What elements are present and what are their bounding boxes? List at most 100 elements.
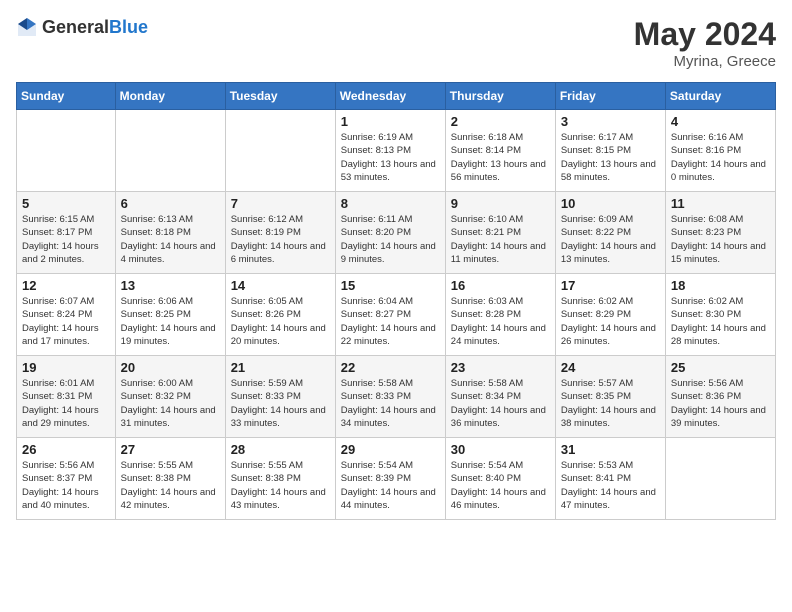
day-number: 29 [341, 442, 440, 457]
calendar-day-cell: 16 Sunrise: 6:03 AM Sunset: 8:28 PM Dayli… [445, 274, 555, 356]
day-number: 20 [121, 360, 220, 375]
day-number: 12 [22, 278, 110, 293]
day-info: Sunrise: 6:09 AM Sunset: 8:22 PM Dayligh… [561, 213, 660, 266]
calendar-day-cell [225, 110, 335, 192]
calendar-week-row: 26 Sunrise: 5:56 AM Sunset: 8:37 PM Dayli… [17, 438, 776, 520]
calendar-day-cell: 27 Sunrise: 5:55 AM Sunset: 8:38 PM Dayli… [115, 438, 225, 520]
logo: GeneralBlue [16, 16, 148, 38]
day-number: 23 [451, 360, 550, 375]
title-block: May 2024 Myrina, Greece [634, 16, 776, 70]
calendar-day-cell: 24 Sunrise: 5:57 AM Sunset: 8:35 PM Dayli… [555, 356, 665, 438]
day-info: Sunrise: 6:11 AM Sunset: 8:20 PM Dayligh… [341, 213, 440, 266]
day-number: 5 [22, 196, 110, 211]
day-number: 22 [341, 360, 440, 375]
calendar-day-cell: 10 Sunrise: 6:09 AM Sunset: 8:22 PM Dayli… [555, 192, 665, 274]
calendar-day-cell: 31 Sunrise: 5:53 AM Sunset: 8:41 PM Dayli… [555, 438, 665, 520]
day-info: Sunrise: 5:54 AM Sunset: 8:40 PM Dayligh… [451, 459, 550, 512]
month-title: May 2024 [634, 16, 776, 53]
day-info: Sunrise: 5:56 AM Sunset: 8:37 PM Dayligh… [22, 459, 110, 512]
day-info: Sunrise: 6:16 AM Sunset: 8:16 PM Dayligh… [671, 131, 770, 184]
day-info: Sunrise: 6:02 AM Sunset: 8:29 PM Dayligh… [561, 295, 660, 348]
day-number: 14 [231, 278, 330, 293]
calendar-day-cell: 8 Sunrise: 6:11 AM Sunset: 8:20 PM Daylig… [335, 192, 445, 274]
day-number: 21 [231, 360, 330, 375]
calendar-day-cell: 6Sunrise: 6:13 AM Sunset: 8:18 PM Daylig… [115, 192, 225, 274]
day-of-week-header: Friday [555, 83, 665, 110]
day-info: Sunrise: 5:57 AM Sunset: 8:35 PM Dayligh… [561, 377, 660, 430]
calendar-day-cell: 22Sunrise: 5:58 AM Sunset: 8:33 PM Dayli… [335, 356, 445, 438]
calendar-day-cell: 26 Sunrise: 5:56 AM Sunset: 8:37 PM Dayli… [17, 438, 116, 520]
calendar-week-row: 1Sunrise: 6:19 AM Sunset: 8:13 PM Daylig… [17, 110, 776, 192]
day-number: 27 [121, 442, 220, 457]
calendar-day-cell: 21 Sunrise: 5:59 AM Sunset: 8:33 PM Dayli… [225, 356, 335, 438]
day-number: 9 [451, 196, 550, 211]
calendar-day-cell: 12 Sunrise: 6:07 AM Sunset: 8:24 PM Dayli… [17, 274, 116, 356]
day-of-week-header: Monday [115, 83, 225, 110]
calendar-day-cell [665, 438, 775, 520]
logo-text: GeneralBlue [42, 17, 148, 38]
day-info: Sunrise: 5:53 AM Sunset: 8:41 PM Dayligh… [561, 459, 660, 512]
day-info: Sunrise: 6:12 AM Sunset: 8:19 PM Dayligh… [231, 213, 330, 266]
day-number: 28 [231, 442, 330, 457]
day-number: 8 [341, 196, 440, 211]
day-info: Sunrise: 6:03 AM Sunset: 8:28 PM Dayligh… [451, 295, 550, 348]
calendar-week-row: 5 Sunrise: 6:15 AM Sunset: 8:17 PM Daylig… [17, 192, 776, 274]
calendar-week-row: 12 Sunrise: 6:07 AM Sunset: 8:24 PM Dayli… [17, 274, 776, 356]
day-of-week-header: Sunday [17, 83, 116, 110]
day-info: Sunrise: 6:10 AM Sunset: 8:21 PM Dayligh… [451, 213, 550, 266]
calendar-day-cell: 5 Sunrise: 6:15 AM Sunset: 8:17 PM Daylig… [17, 192, 116, 274]
day-number: 18 [671, 278, 770, 293]
day-of-week-header: Thursday [445, 83, 555, 110]
calendar-day-cell: 18Sunrise: 6:02 AM Sunset: 8:30 PM Dayli… [665, 274, 775, 356]
day-info: Sunrise: 6:05 AM Sunset: 8:26 PM Dayligh… [231, 295, 330, 348]
day-info: Sunrise: 5:58 AM Sunset: 8:34 PM Dayligh… [451, 377, 550, 430]
calendar-day-cell: 4 Sunrise: 6:16 AM Sunset: 8:16 PM Daylig… [665, 110, 775, 192]
day-number: 25 [671, 360, 770, 375]
day-number: 15 [341, 278, 440, 293]
day-number: 30 [451, 442, 550, 457]
calendar-table: SundayMondayTuesdayWednesdayThursdayFrid… [16, 82, 776, 520]
calendar-day-cell: 19Sunrise: 6:01 AM Sunset: 8:31 PM Dayli… [17, 356, 116, 438]
day-info: Sunrise: 6:00 AM Sunset: 8:32 PM Dayligh… [121, 377, 220, 430]
header-row: SundayMondayTuesdayWednesdayThursdayFrid… [17, 83, 776, 110]
day-info: Sunrise: 6:18 AM Sunset: 8:14 PM Dayligh… [451, 131, 550, 184]
day-info: Sunrise: 6:17 AM Sunset: 8:15 PM Dayligh… [561, 131, 660, 184]
day-number: 4 [671, 114, 770, 129]
day-of-week-header: Saturday [665, 83, 775, 110]
day-number: 2 [451, 114, 550, 129]
day-info: Sunrise: 6:15 AM Sunset: 8:17 PM Dayligh… [22, 213, 110, 266]
day-number: 16 [451, 278, 550, 293]
day-info: Sunrise: 5:59 AM Sunset: 8:33 PM Dayligh… [231, 377, 330, 430]
calendar-day-cell: 20 Sunrise: 6:00 AM Sunset: 8:32 PM Dayli… [115, 356, 225, 438]
day-number: 1 [341, 114, 440, 129]
calendar-day-cell: 7Sunrise: 6:12 AM Sunset: 8:19 PM Daylig… [225, 192, 335, 274]
day-info: Sunrise: 6:07 AM Sunset: 8:24 PM Dayligh… [22, 295, 110, 348]
day-info: Sunrise: 5:55 AM Sunset: 8:38 PM Dayligh… [121, 459, 220, 512]
calendar-day-cell: 25Sunrise: 5:56 AM Sunset: 8:36 PM Dayli… [665, 356, 775, 438]
day-info: Sunrise: 5:55 AM Sunset: 8:38 PM Dayligh… [231, 459, 330, 512]
day-number: 13 [121, 278, 220, 293]
day-info: Sunrise: 5:54 AM Sunset: 8:39 PM Dayligh… [341, 459, 440, 512]
day-info: Sunrise: 6:13 AM Sunset: 8:18 PM Dayligh… [121, 213, 220, 266]
day-number: 17 [561, 278, 660, 293]
calendar-week-row: 19Sunrise: 6:01 AM Sunset: 8:31 PM Dayli… [17, 356, 776, 438]
calendar-day-cell: 29 Sunrise: 5:54 AM Sunset: 8:39 PM Dayli… [335, 438, 445, 520]
day-number: 31 [561, 442, 660, 457]
calendar-day-cell: 28 Sunrise: 5:55 AM Sunset: 8:38 PM Dayli… [225, 438, 335, 520]
day-info: Sunrise: 6:08 AM Sunset: 8:23 PM Dayligh… [671, 213, 770, 266]
calendar-day-cell: 30 Sunrise: 5:54 AM Sunset: 8:40 PM Dayli… [445, 438, 555, 520]
calendar-day-cell: 15 Sunrise: 6:04 AM Sunset: 8:27 PM Dayli… [335, 274, 445, 356]
location: Myrina, Greece [634, 53, 776, 70]
day-number: 10 [561, 196, 660, 211]
day-info: Sunrise: 6:06 AM Sunset: 8:25 PM Dayligh… [121, 295, 220, 348]
day-of-week-header: Wednesday [335, 83, 445, 110]
calendar-day-cell: 9 Sunrise: 6:10 AM Sunset: 8:21 PM Daylig… [445, 192, 555, 274]
calendar-day-cell: 1Sunrise: 6:19 AM Sunset: 8:13 PM Daylig… [335, 110, 445, 192]
day-number: 24 [561, 360, 660, 375]
day-info: Sunrise: 6:04 AM Sunset: 8:27 PM Dayligh… [341, 295, 440, 348]
calendar-day-cell [17, 110, 116, 192]
logo-general: General [42, 17, 109, 37]
calendar-day-cell: 17 Sunrise: 6:02 AM Sunset: 8:29 PM Dayli… [555, 274, 665, 356]
calendar-day-cell: 11Sunrise: 6:08 AM Sunset: 8:23 PM Dayli… [665, 192, 775, 274]
day-number: 26 [22, 442, 110, 457]
